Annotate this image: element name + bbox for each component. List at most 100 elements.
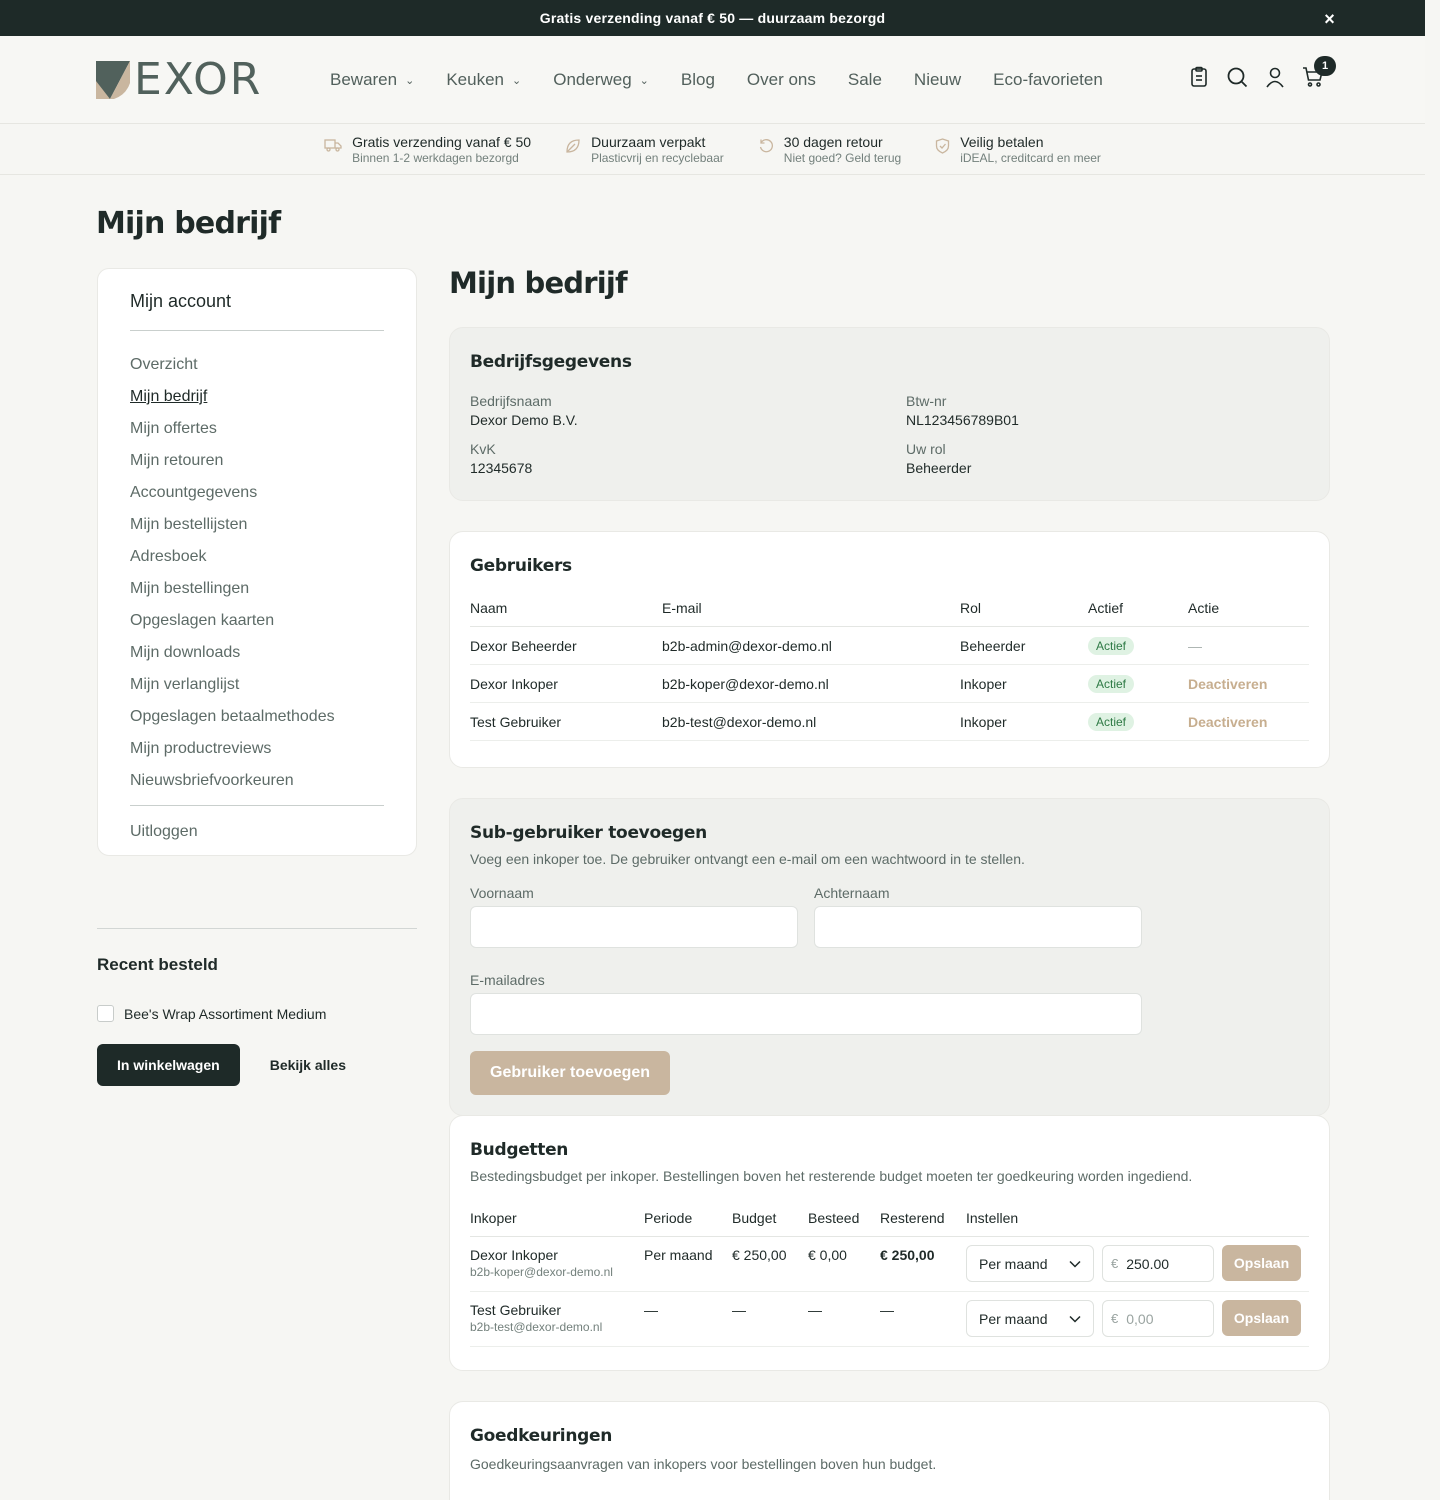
sidebar-item-opgeslagen-kaarten[interactable]: Opgeslagen kaarten	[130, 605, 384, 637]
last-name-field: Achternaam	[814, 885, 1142, 948]
email-input[interactable]	[470, 993, 1142, 1035]
last-name-label: Achternaam	[814, 885, 890, 901]
user-email: b2b-koper@dexor-demo.nl	[662, 664, 960, 703]
budgets-description: Bestedingsbudget per inkoper. Bestelling…	[470, 1168, 1193, 1184]
budget-spent: € 0,00	[808, 1236, 880, 1292]
nav-item-over-ons[interactable]: Over ons	[747, 70, 816, 90]
usp-bar: Gratis verzending vanaf € 50 Binnen 1-2 w…	[0, 125, 1425, 175]
sidebar-item-accountgegevens[interactable]: Accountgegevens	[130, 477, 384, 509]
recent-item-label: Bee's Wrap Assortiment Medium	[124, 1005, 327, 1022]
user-role: Beheerder	[960, 626, 1088, 665]
info-vat: Btw-nr NL123456789B01	[906, 392, 1342, 430]
company-title: Bedrijfsgegevens	[470, 352, 632, 372]
main-title: Mijn bedrijf	[449, 266, 628, 300]
column-header: Actief	[1088, 600, 1188, 627]
table-row: Dexor Inkoper b2b-koper@dexor-demo.nl In…	[470, 664, 1309, 703]
leaf-icon	[566, 138, 580, 153]
sidebar-item-mijn-downloads[interactable]: Mijn downloads	[130, 637, 384, 669]
nav-item-keuken[interactable]: Keuken ⌄	[446, 70, 521, 90]
budget-settings: Per maand €250.00 Opslaan	[966, 1236, 1309, 1292]
sidebar-item-mijn-verlanglijst[interactable]: Mijn verlanglijst	[130, 669, 384, 701]
info-label: Bedrijfsnaam	[470, 393, 552, 409]
user-active: Actief	[1088, 626, 1188, 665]
budget-settings-controls: Per maand €250.00 Opslaan	[966, 1245, 1309, 1282]
chevron-down-icon: ⌄	[512, 74, 522, 87]
close-icon[interactable]: ×	[1324, 9, 1335, 30]
sidebar-item-adresboek[interactable]: Adresboek	[130, 541, 384, 573]
search-icon[interactable]	[1226, 66, 1248, 88]
sidebar-item-mijn-bestellijsten[interactable]: Mijn bestellijsten	[130, 509, 384, 541]
period-select[interactable]: Per maand	[966, 1300, 1094, 1337]
cart-button[interactable]: 1	[1302, 56, 1336, 88]
usp-title: Duurzaam verpakt	[591, 133, 706, 150]
user-icon[interactable]	[1264, 66, 1286, 88]
user-role: Inkoper	[960, 702, 1088, 741]
column-header: Naam	[470, 600, 662, 627]
sidebar-item-mijn-offertes[interactable]: Mijn offertes	[130, 413, 384, 445]
announcement-text: Gratis verzending vanaf € 50 — duurzaam …	[539, 10, 886, 26]
budget-period: —	[644, 1291, 732, 1347]
currency-symbol: €	[1111, 1311, 1119, 1326]
column-header: Resterend	[880, 1210, 966, 1237]
nav-label: Sale	[847, 70, 882, 89]
budget-amount-input[interactable]: €0,00	[1102, 1300, 1214, 1337]
sidebar-item-mijn-bedrijf[interactable]: Mijn bedrijf	[130, 381, 384, 413]
nav-item-eco-favorieten[interactable]: Eco-favorieten	[993, 70, 1103, 90]
logout-link[interactable]: Uitloggen	[130, 816, 384, 848]
table-header-row: Naam E-mail Rol Actief Actie	[470, 600, 1309, 627]
last-name-input[interactable]	[814, 906, 1142, 948]
save-budget-button[interactable]: Opslaan	[1222, 1245, 1301, 1281]
chevron-down-icon: ⌄	[639, 74, 649, 87]
budget-remaining: € 250,00	[880, 1236, 966, 1292]
logo[interactable]: EXOR	[96, 54, 263, 105]
nav-item-sale[interactable]: Sale	[848, 70, 882, 90]
table-row: Dexor Inkoper b2b-koper@dexor-demo.nl Per…	[470, 1236, 1309, 1292]
info-company-name: Bedrijfsnaam Dexor Demo B.V.	[470, 392, 906, 430]
nav-item-blog[interactable]: Blog	[681, 70, 715, 90]
sidebar-divider	[130, 805, 384, 806]
chevron-down-icon: ⌄	[405, 74, 415, 87]
first-name-field: Voornaam	[470, 885, 798, 948]
info-value: Beheerder	[906, 460, 972, 476]
add-user-button[interactable]: Gebruiker toevoegen	[470, 1051, 671, 1095]
recent-item: Bee's Wrap Assortiment Medium	[97, 1005, 417, 1022]
period-select[interactable]: Per maand	[966, 1245, 1094, 1282]
nav-item-onderweg[interactable]: Onderweg ⌄	[553, 70, 649, 90]
budgets-title: Budgetten	[470, 1140, 569, 1160]
nav-item-bewaren[interactable]: Bewaren ⌄	[330, 70, 414, 90]
save-budget-button[interactable]: Opslaan	[1222, 1300, 1301, 1336]
sidebar-item-mijn-retouren[interactable]: Mijn retouren	[130, 445, 384, 477]
company-info: Bedrijfsnaam Dexor Demo B.V. Btw-nr NL1234…	[470, 392, 1309, 478]
sidebar-item-mijn-bestellingen[interactable]: Mijn bestellingen	[130, 573, 384, 605]
budget-amount: —	[732, 1291, 808, 1347]
add-to-cart-button[interactable]: In winkelwagen	[97, 1044, 240, 1086]
column-header: Besteed	[808, 1210, 880, 1237]
usp-title: Gratis verzending vanaf € 50	[352, 133, 532, 150]
column-header: Budget	[732, 1210, 808, 1237]
nav-item-nieuw[interactable]: Nieuw	[914, 70, 961, 90]
view-all-link[interactable]: Bekijk alles	[270, 1057, 346, 1073]
recent-title: Recent besteld	[97, 955, 218, 974]
sidebar-item-overzicht[interactable]: Overzicht	[130, 349, 384, 381]
budget-amount-input[interactable]: €250.00	[1102, 1245, 1214, 1282]
info-label: Btw-nr	[906, 393, 947, 409]
info-kvk: KvK 12345678	[470, 440, 906, 478]
budgets-table: Inkoper Periode Budget Besteed Resterend…	[470, 1210, 1309, 1347]
sidebar-item-opgeslagen-betaalmethodes[interactable]: Opgeslagen betaalmethodes	[130, 701, 384, 733]
clipboard-icon[interactable]	[1188, 66, 1210, 88]
column-header: Actie	[1188, 600, 1309, 627]
usp-sub: iDEAL, creditcard en meer	[960, 150, 1101, 165]
sidebar-item-mijn-productreviews[interactable]: Mijn productreviews	[130, 733, 384, 765]
budget-remaining: —	[880, 1291, 966, 1347]
sidebar-item-nieuwsbriefvoorkeuren[interactable]: Nieuwsbriefvoorkeuren	[130, 765, 384, 797]
recent-item-checkbox[interactable]	[97, 1005, 114, 1022]
period-select-value: Per maand	[979, 1310, 1048, 1327]
usp-title: 30 dagen retour	[783, 133, 883, 150]
truck-icon	[324, 138, 342, 152]
deactivate-button[interactable]: Deactiveren	[1188, 714, 1267, 730]
deactivate-button[interactable]: Deactiveren	[1188, 676, 1267, 692]
first-name-input[interactable]	[470, 906, 798, 948]
announcement-bar: Gratis verzending vanaf € 50 — duurzaam …	[0, 0, 1425, 36]
logo-text: EXOR	[134, 54, 263, 105]
info-value: 12345678	[470, 460, 533, 476]
